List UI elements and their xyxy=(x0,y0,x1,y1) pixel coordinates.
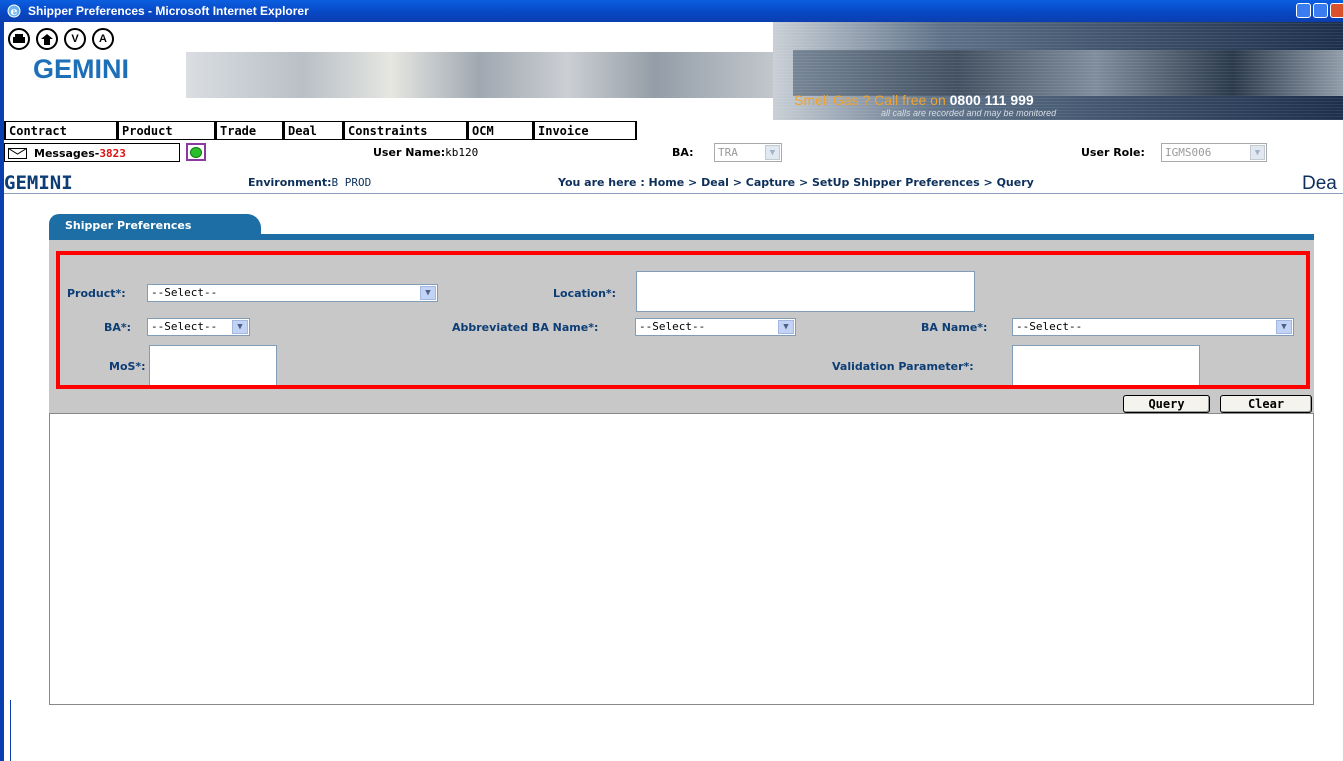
ba-select: TRA ▼ xyxy=(714,143,782,162)
query-button[interactable]: Query xyxy=(1123,395,1210,413)
gemini-wordmark: GEMINI xyxy=(4,172,73,194)
ba-select-value: TRA xyxy=(718,146,738,159)
menu-product[interactable]: Product xyxy=(117,121,215,140)
a-icon[interactable]: A xyxy=(92,28,114,50)
chevron-down-icon: ▼ xyxy=(765,145,780,160)
print-icon[interactable] xyxy=(8,28,30,50)
menu-deal[interactable]: Deal xyxy=(283,121,343,140)
ba-label: BA: xyxy=(672,146,694,159)
tab-shipper-preferences[interactable]: Shipper Preferences xyxy=(49,214,261,238)
gas-emergency-label: Smell Gas ? Call free on xyxy=(794,92,946,108)
chevron-down-icon: ▼ xyxy=(1250,145,1265,160)
close-button[interactable] xyxy=(1330,3,1343,18)
user-role-label: User Role: xyxy=(1081,146,1145,159)
messages-label: Messages- xyxy=(34,147,100,160)
highlight-box xyxy=(56,251,1310,389)
environment-label: Environment: xyxy=(248,176,332,189)
window-title: Shipper Preferences - Microsoft Internet… xyxy=(28,4,309,18)
menu-trade[interactable]: Trade xyxy=(215,121,283,140)
clear-button[interactable]: Clear xyxy=(1220,395,1312,413)
gas-emergency-phone: 0800 111 999 xyxy=(949,92,1034,108)
home-icon[interactable] xyxy=(36,28,58,50)
environment-info: Environment:B PROD xyxy=(248,176,371,189)
calls-recorded-note: all calls are recorded and may be monito… xyxy=(881,108,1057,118)
user-name-info: User Name:kb120 xyxy=(373,146,478,159)
environment-value: B PROD xyxy=(331,176,372,189)
divider xyxy=(4,193,1343,194)
gemini-logo: GEMINI xyxy=(33,54,130,84)
page-title: Dea xyxy=(1302,173,1337,194)
messages-count: 3823 xyxy=(99,147,126,160)
menu-invoice[interactable]: Invoice xyxy=(533,121,637,140)
results-area xyxy=(49,413,1314,705)
maximize-button[interactable] xyxy=(1313,3,1328,18)
messages-text: Messages-3823 xyxy=(34,147,126,160)
gas-emergency-text: Smell Gas ? Call free on 0800 111 999 xyxy=(794,92,1034,108)
ie-window: e Shipper Preferences - Microsoft Intern… xyxy=(0,0,1343,761)
ie-logo-icon: e xyxy=(7,4,21,18)
user-role-value: IGMS006 xyxy=(1165,146,1212,159)
frame-edge xyxy=(10,700,11,761)
menu-ocm[interactable]: OCM xyxy=(467,121,533,140)
user-name-value: kb120 xyxy=(445,146,479,159)
svg-text:e: e xyxy=(11,5,18,18)
user-info-bar: Messages-3823 User Name:kb120 BA: TRA ▼ … xyxy=(4,142,1343,164)
minimize-button[interactable] xyxy=(1296,3,1311,18)
user-role-select: IGMS006 ▼ xyxy=(1161,143,1267,162)
green-status-icon xyxy=(190,147,202,158)
messages-link[interactable]: Messages-3823 xyxy=(4,143,180,162)
status-indicator[interactable] xyxy=(186,143,206,161)
breadcrumb: You are here : Home > Deal > Capture > S… xyxy=(558,176,1034,189)
app-header: V A GEMINI Smell Gas ? Call free on 0800… xyxy=(4,22,1343,120)
banner-photo-strip xyxy=(186,52,773,98)
v-icon[interactable]: V xyxy=(64,28,86,50)
menu-contract[interactable]: Contract xyxy=(4,121,117,140)
menu-constraints[interactable]: Constraints xyxy=(343,121,467,140)
user-name-label: User Name: xyxy=(373,146,446,159)
mail-icon xyxy=(8,148,27,159)
title-bar: e Shipper Preferences - Microsoft Intern… xyxy=(0,0,1343,22)
